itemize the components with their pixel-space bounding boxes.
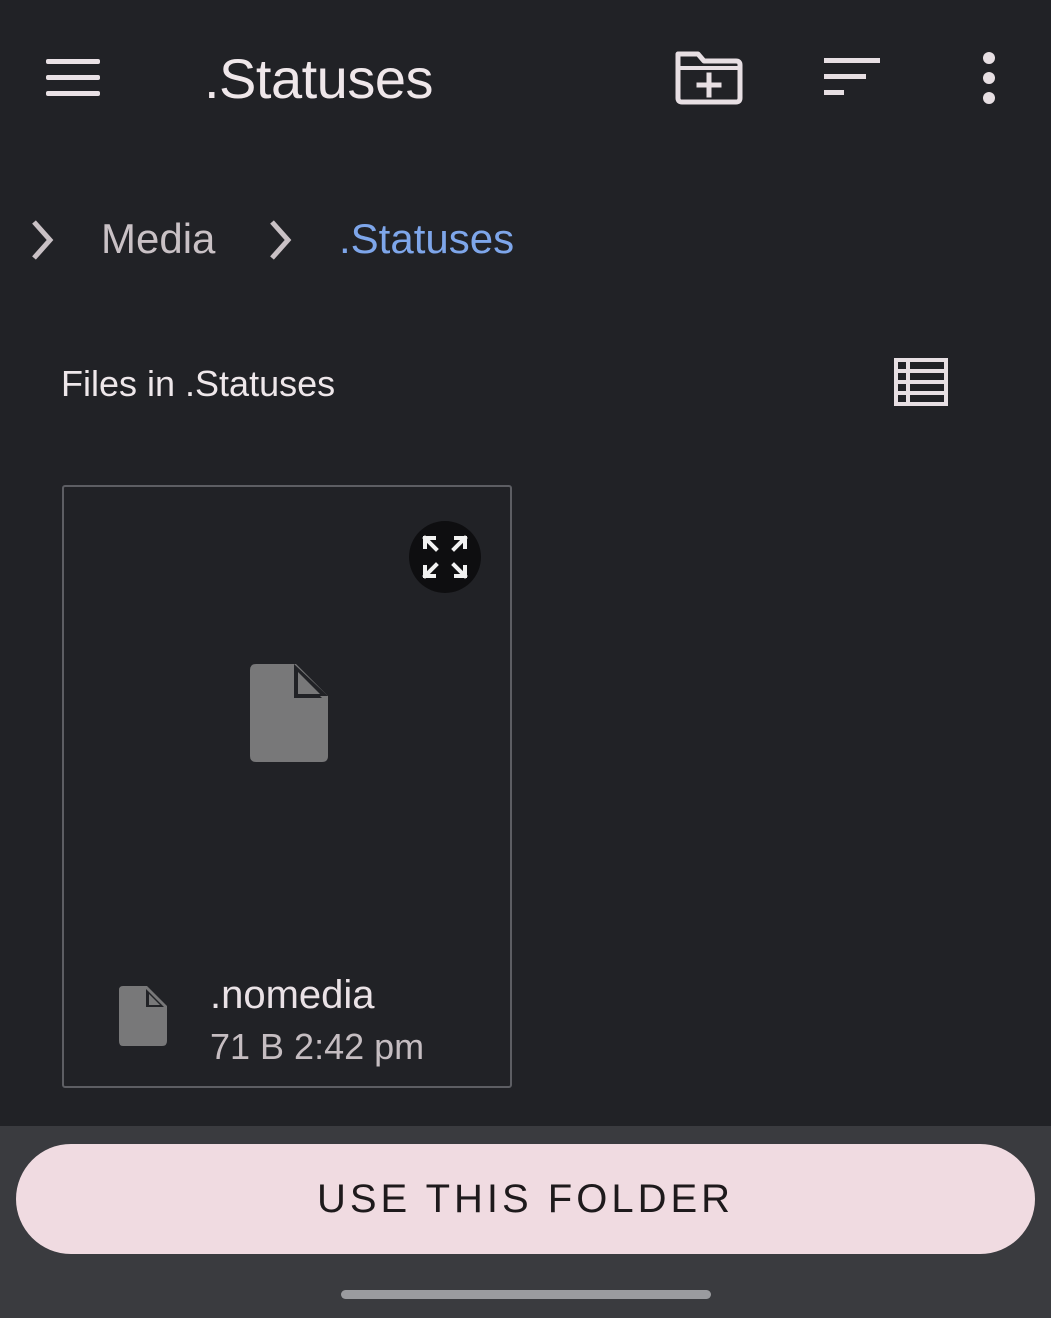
create-new-folder-icon[interactable]	[672, 46, 744, 110]
sort-icon[interactable]	[816, 52, 888, 106]
file-icon	[250, 664, 328, 762]
list-view-icon[interactable]	[892, 356, 950, 408]
top-app-bar: .Statuses	[0, 0, 1051, 160]
chevron-right-icon	[32, 220, 54, 260]
more-vertical-icon[interactable]	[964, 46, 1014, 110]
home-indicator[interactable]	[341, 1290, 711, 1299]
file-card[interactable]: .nomedia 71 B 2:42 pm	[62, 485, 512, 1088]
breadcrumb: Media .Statuses	[0, 200, 1051, 280]
hamburger-menu-icon[interactable]	[40, 50, 106, 104]
page-title: .Statuses	[204, 47, 433, 110]
breadcrumb-item-current[interactable]: .Statuses	[339, 214, 514, 264]
file-icon	[119, 986, 167, 1046]
file-name: .nomedia	[210, 973, 375, 1017]
file-meta: 71 B 2:42 pm	[210, 1026, 425, 1067]
chevron-right-icon	[270, 220, 292, 260]
expand-icon[interactable]	[409, 521, 481, 593]
use-this-folder-button[interactable]: USE THIS FOLDER	[16, 1144, 1035, 1254]
bottom-action-bar: USE THIS FOLDER	[0, 1126, 1051, 1318]
breadcrumb-item-media[interactable]: Media	[101, 214, 215, 264]
section-title: Files in .Statuses	[61, 363, 336, 404]
